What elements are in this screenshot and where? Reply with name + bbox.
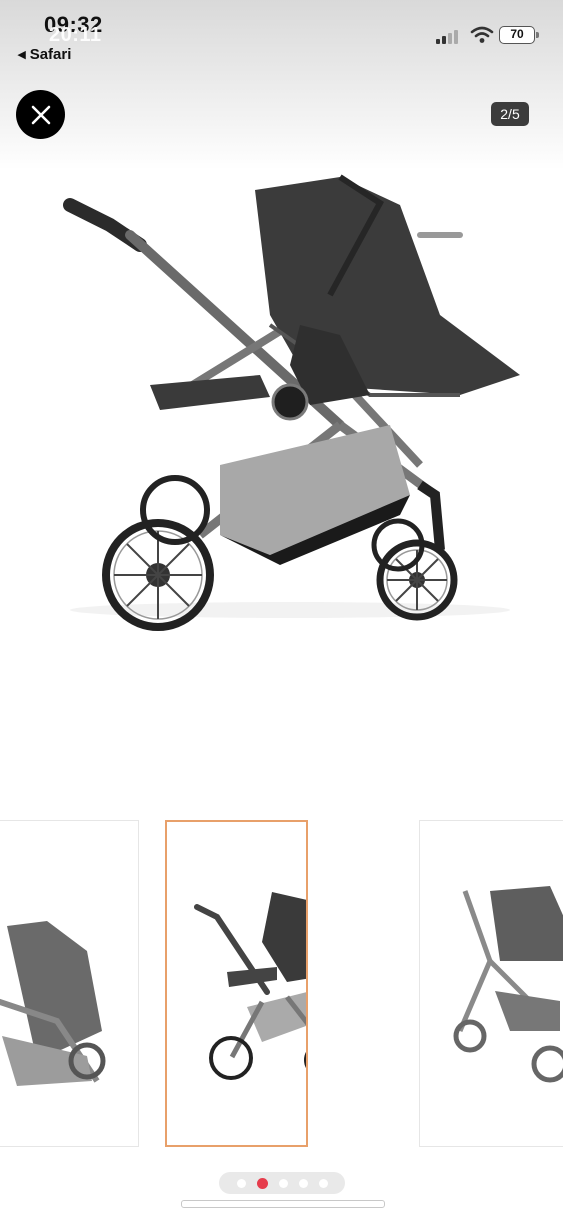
cellular-signal-icon [436,30,458,44]
thumbnail-2-selected[interactable] [165,820,308,1147]
wifi-icon [470,26,494,43]
status-bar: 09:32 20:11 ◂ Safari 70 [0,0,563,70]
page-dot[interactable] [298,1178,308,1188]
battery-indicator: 70 [499,26,535,44]
back-to-safari[interactable]: ◂ Safari [18,45,71,63]
close-button[interactable] [16,90,65,139]
thumbnail-1[interactable] [0,820,139,1147]
image-counter: 2/5 [491,102,529,126]
page-indicator [219,1172,345,1194]
close-icon [31,105,50,124]
battery-cap [536,32,539,38]
home-indicator[interactable] [181,1200,385,1208]
thumbnail-3[interactable] [419,820,563,1147]
thumbnail-image [0,921,106,1086]
status-time: 20:11 [49,24,102,46]
thumbnail-image [453,886,563,1083]
front-wheel [376,539,458,621]
page-dot[interactable] [236,1178,246,1188]
page-dot[interactable] [318,1178,328,1188]
main-product-image[interactable] [40,165,540,635]
page-dot[interactable] [278,1178,288,1188]
thumbnail-image [194,892,306,1080]
page-dot-active[interactable] [256,1177,268,1189]
